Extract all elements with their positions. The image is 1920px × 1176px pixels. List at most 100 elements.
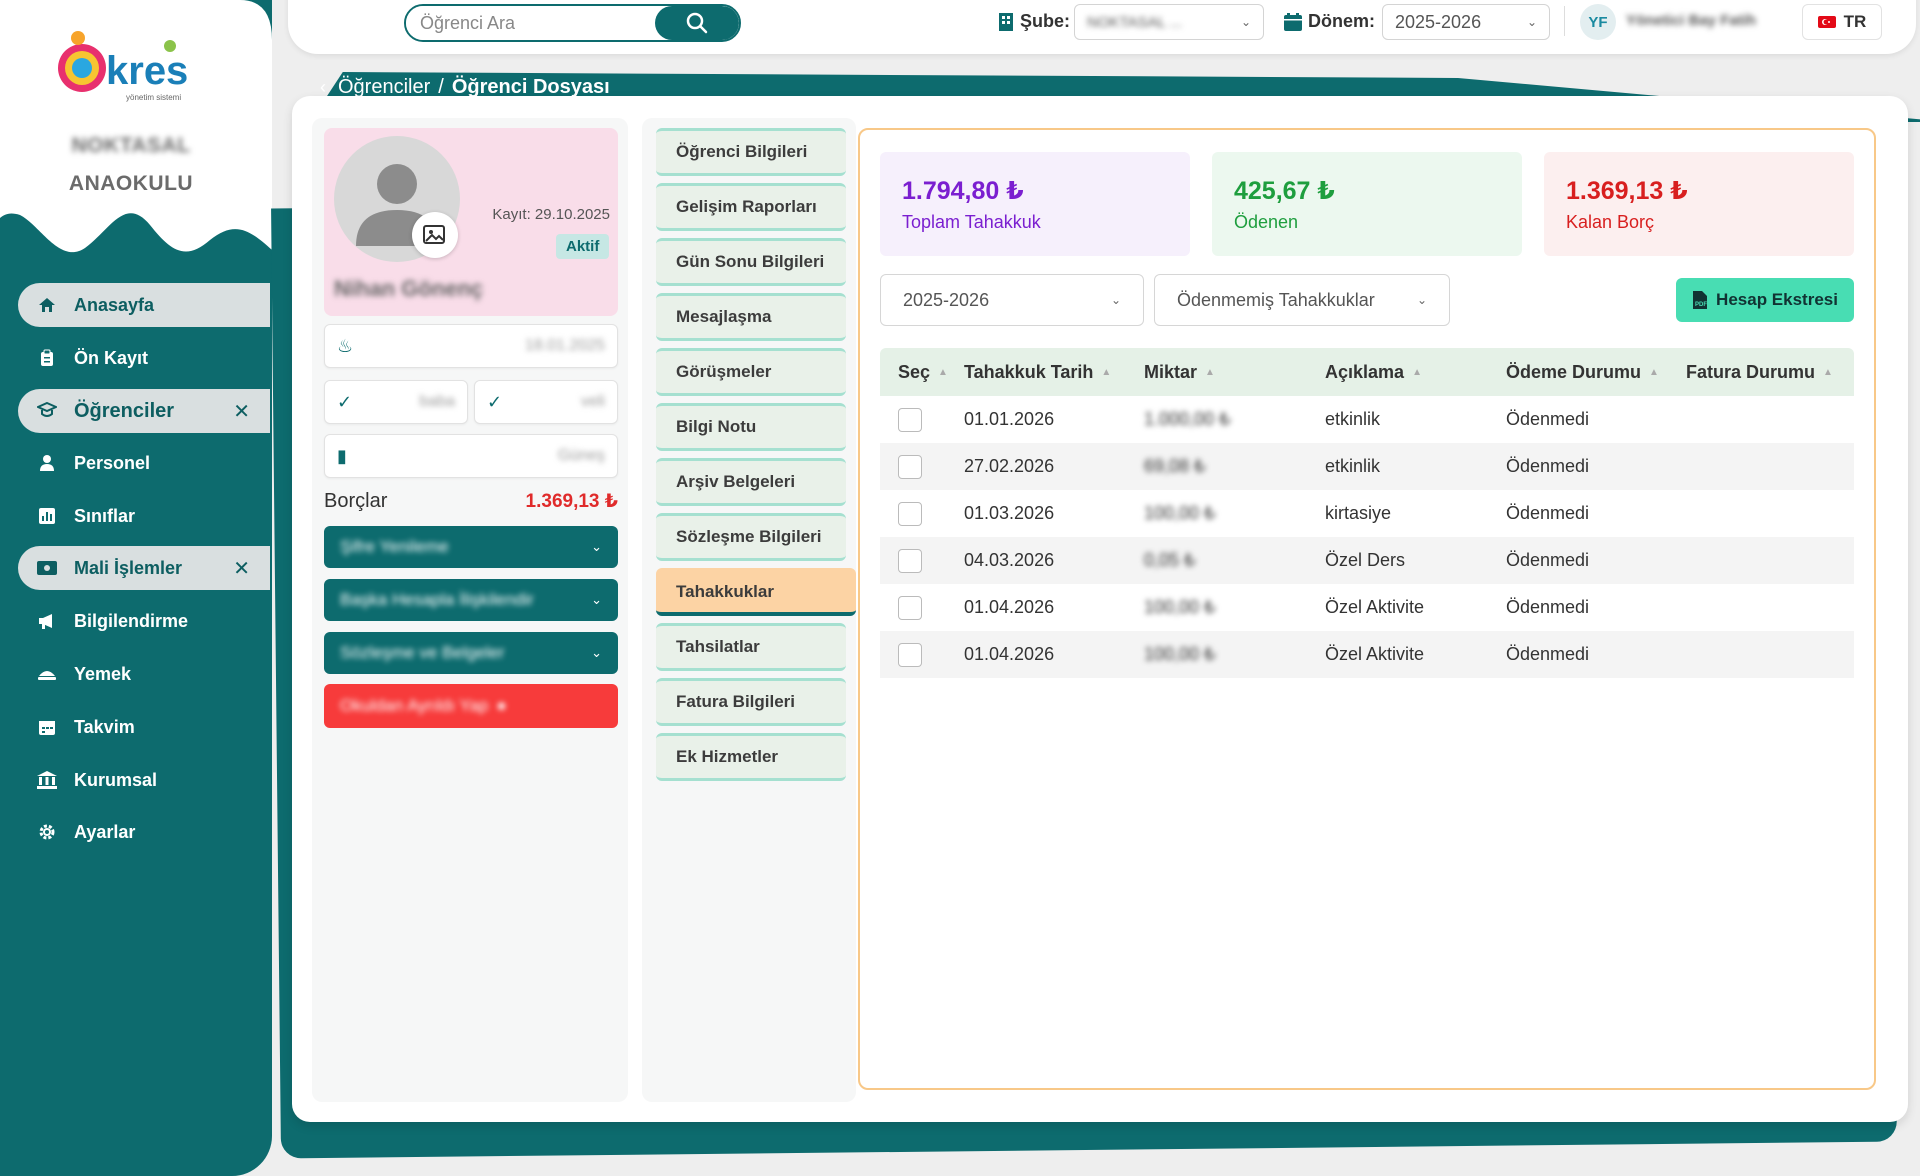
sidebar-item-label: Ayarlar — [74, 821, 136, 842]
class-field: ▮ Güneş — [324, 434, 618, 478]
row-checkbox[interactable] — [898, 454, 922, 479]
birth-date-field: ♨ 18.01.2025 — [324, 324, 618, 368]
sort-icon: ▲ — [1412, 366, 1422, 378]
student-icon — [34, 402, 60, 420]
language-selector[interactable]: TR — [1802, 4, 1882, 40]
sort-icon: ▲ — [1823, 366, 1833, 378]
chevron-down-icon: ⌄ — [1110, 293, 1121, 307]
sort-icon: ▲ — [1101, 366, 1112, 378]
password-reset-dropdown[interactable]: Şifre Yenileme ⌄ — [324, 526, 618, 568]
table-row: 01.01.2026 1.000,00 ₺ etkinlik Ödenmedi — [880, 396, 1854, 443]
sidebar-item-label: Bilgilendirme — [74, 610, 189, 631]
table-row: 01.03.2026 100,00 ₺ kirtasiye Ödenmedi — [880, 490, 1854, 537]
tab-bilgi-notu[interactable]: Bilgi Notu — [656, 403, 846, 451]
donem-select[interactable]: 2025-2026 ⌄ — [1382, 4, 1550, 40]
book-icon: ▮ — [337, 445, 347, 466]
row-checkbox[interactable] — [898, 595, 922, 620]
col-sec[interactable]: Seç ▲ — [898, 362, 948, 383]
calendar-icon — [34, 719, 60, 735]
sidebar-item-mali-islemler[interactable]: Mali İşlemler ✕ — [18, 546, 270, 590]
sube-label: Şube: — [998, 11, 1070, 32]
stat-total-accrual: 1.794,80 ₺ Toplam Tahakkuk — [880, 152, 1190, 256]
tab-tahakkuklar[interactable]: Tahakkuklar — [656, 568, 856, 616]
sidebar-item-yemek[interactable]: Yemek — [18, 652, 270, 696]
chevron-down-icon: ⌄ — [591, 645, 602, 660]
row-checkbox[interactable] — [898, 501, 922, 526]
debt-label: Borçlar — [324, 490, 388, 512]
leave-school-button[interactable]: Okuldan Ayrıldı Yap ● — [324, 684, 618, 728]
sidebar-item-takvim[interactable]: Takvim — [18, 705, 270, 749]
sidebar-item-label: Anasayfa — [74, 294, 155, 315]
sidebar-item-ogrenciler[interactable]: Öğrenciler ✕ — [18, 389, 270, 433]
tab-gorusmeler[interactable]: Görüşmeler — [656, 348, 846, 396]
back-icon[interactable]: ‹ — [320, 77, 326, 98]
svg-text:PDF: PDF — [1695, 302, 1707, 308]
row-checkbox[interactable] — [898, 642, 922, 667]
status-badge: Aktif — [556, 234, 610, 259]
sidebar-item-bilgilendirme[interactable]: Bilgilendirme — [18, 599, 270, 643]
tab-tahsilatlar[interactable]: Tahsilatlar — [656, 623, 846, 671]
female-icon: ✓ — [487, 391, 503, 412]
building-icon — [34, 771, 60, 789]
sidebar-item-kurumsal[interactable]: Kurumsal — [18, 758, 270, 802]
tab-gelisim-raporlari[interactable]: Gelişim Raporları — [656, 183, 846, 231]
col-tahakkuk-tarih[interactable]: Tahakkuk Tarih ▲ — [964, 362, 1111, 383]
male-icon: ✓ — [337, 391, 353, 412]
logo-tagline: yönetim sistemi — [126, 93, 181, 102]
tab-fatura-bilgileri[interactable]: Fatura Bilgileri — [656, 678, 846, 726]
close-icon[interactable]: ✕ — [233, 556, 250, 581]
sort-icon: ▲ — [1205, 366, 1215, 378]
avatar[interactable]: YF — [1580, 4, 1616, 40]
megaphone-icon — [34, 613, 60, 629]
calendar-icon — [1284, 12, 1302, 31]
account-statement-button[interactable]: PDF Hesap Ekstresi — [1676, 278, 1854, 322]
sidebar-item-anasayfa[interactable]: Anasayfa — [18, 283, 270, 327]
contracts-documents-dropdown[interactable]: Sözleşme ve Belgeler ⌄ — [324, 632, 618, 674]
sort-icon: ▲ — [938, 366, 948, 378]
chevron-down-icon: ⌄ — [1416, 293, 1427, 307]
tab-ek-hizmetler[interactable]: Ek Hizmetler — [656, 733, 846, 781]
cake-icon: ♨ — [337, 335, 354, 356]
period-filter[interactable]: 2025-2026 ⌄ — [880, 274, 1144, 326]
donem-label: Dönem: — [1284, 11, 1375, 32]
chevron-down-icon: ⌄ — [1526, 15, 1537, 29]
user-minus-icon: ● — [496, 696, 507, 715]
sidebar-item-label: Ön Kayıt — [74, 347, 149, 368]
sort-icon: ▲ — [1649, 366, 1659, 378]
sidebar-item-ayarlar[interactable]: Ayarlar — [18, 810, 270, 854]
chevron-down-icon: ⌄ — [591, 539, 602, 554]
change-photo-button[interactable] — [412, 212, 458, 258]
clipboard-icon — [34, 349, 60, 367]
money-icon — [34, 561, 60, 575]
chevron-down-icon: ⌄ — [591, 592, 602, 607]
tab-arsiv-belgeleri[interactable]: Arşiv Belgeleri — [656, 458, 846, 506]
col-fatura-durumu[interactable]: Fatura Durumu ▲ — [1686, 362, 1833, 383]
table-row: 01.04.2026 100,00 ₺ Özel Aktivite Ödenme… — [880, 631, 1854, 678]
logo: kres yönetim sistemi — [48, 26, 218, 106]
link-account-dropdown[interactable]: Başka Hesapla İlişkilendir ⌄ — [324, 579, 618, 621]
search-button[interactable] — [655, 6, 739, 40]
tab-mesajlasma[interactable]: Mesajlaşma — [656, 293, 846, 341]
sube-select[interactable]: NOKTASAL ... ⌄ — [1074, 4, 1264, 40]
sidebar-item-on-kayit[interactable]: Ön Kayıt — [18, 336, 270, 380]
tab-ogrenci-bilgileri[interactable]: Öğrenci Bilgileri — [656, 128, 846, 176]
chevron-down-icon: ⌄ — [1240, 15, 1251, 29]
tab-sozlesme-bilgileri[interactable]: Sözleşme Bilgileri — [656, 513, 846, 561]
tab-gun-sonu-bilgileri[interactable]: Gün Sonu Bilgileri — [656, 238, 846, 286]
col-odeme-durumu[interactable]: Ödeme Durumu ▲ — [1506, 362, 1659, 383]
student-name: Nihan Gönenç — [334, 276, 484, 301]
image-edit-icon — [423, 225, 445, 244]
search-input[interactable] — [406, 6, 656, 40]
row-checkbox[interactable] — [898, 407, 922, 432]
stat-paid: 425,67 ₺ Ödenen — [1212, 152, 1522, 256]
chart-icon — [34, 508, 60, 524]
status-filter[interactable]: Ödenmemiş Tahakkuklar ⌄ — [1154, 274, 1450, 326]
col-miktar[interactable]: Miktar ▲ — [1144, 362, 1215, 383]
sidebar-item-personel[interactable]: Personel — [18, 441, 270, 485]
close-icon[interactable]: ✕ — [233, 399, 250, 424]
user-name[interactable]: Yönetici Bay Fatih — [1626, 12, 1756, 29]
row-checkbox[interactable] — [898, 548, 922, 573]
col-aciklama[interactable]: Açıklama ▲ — [1325, 362, 1422, 383]
pdf-icon: PDF — [1693, 291, 1707, 309]
sidebar-item-siniflar[interactable]: Sınıflar — [18, 494, 270, 538]
